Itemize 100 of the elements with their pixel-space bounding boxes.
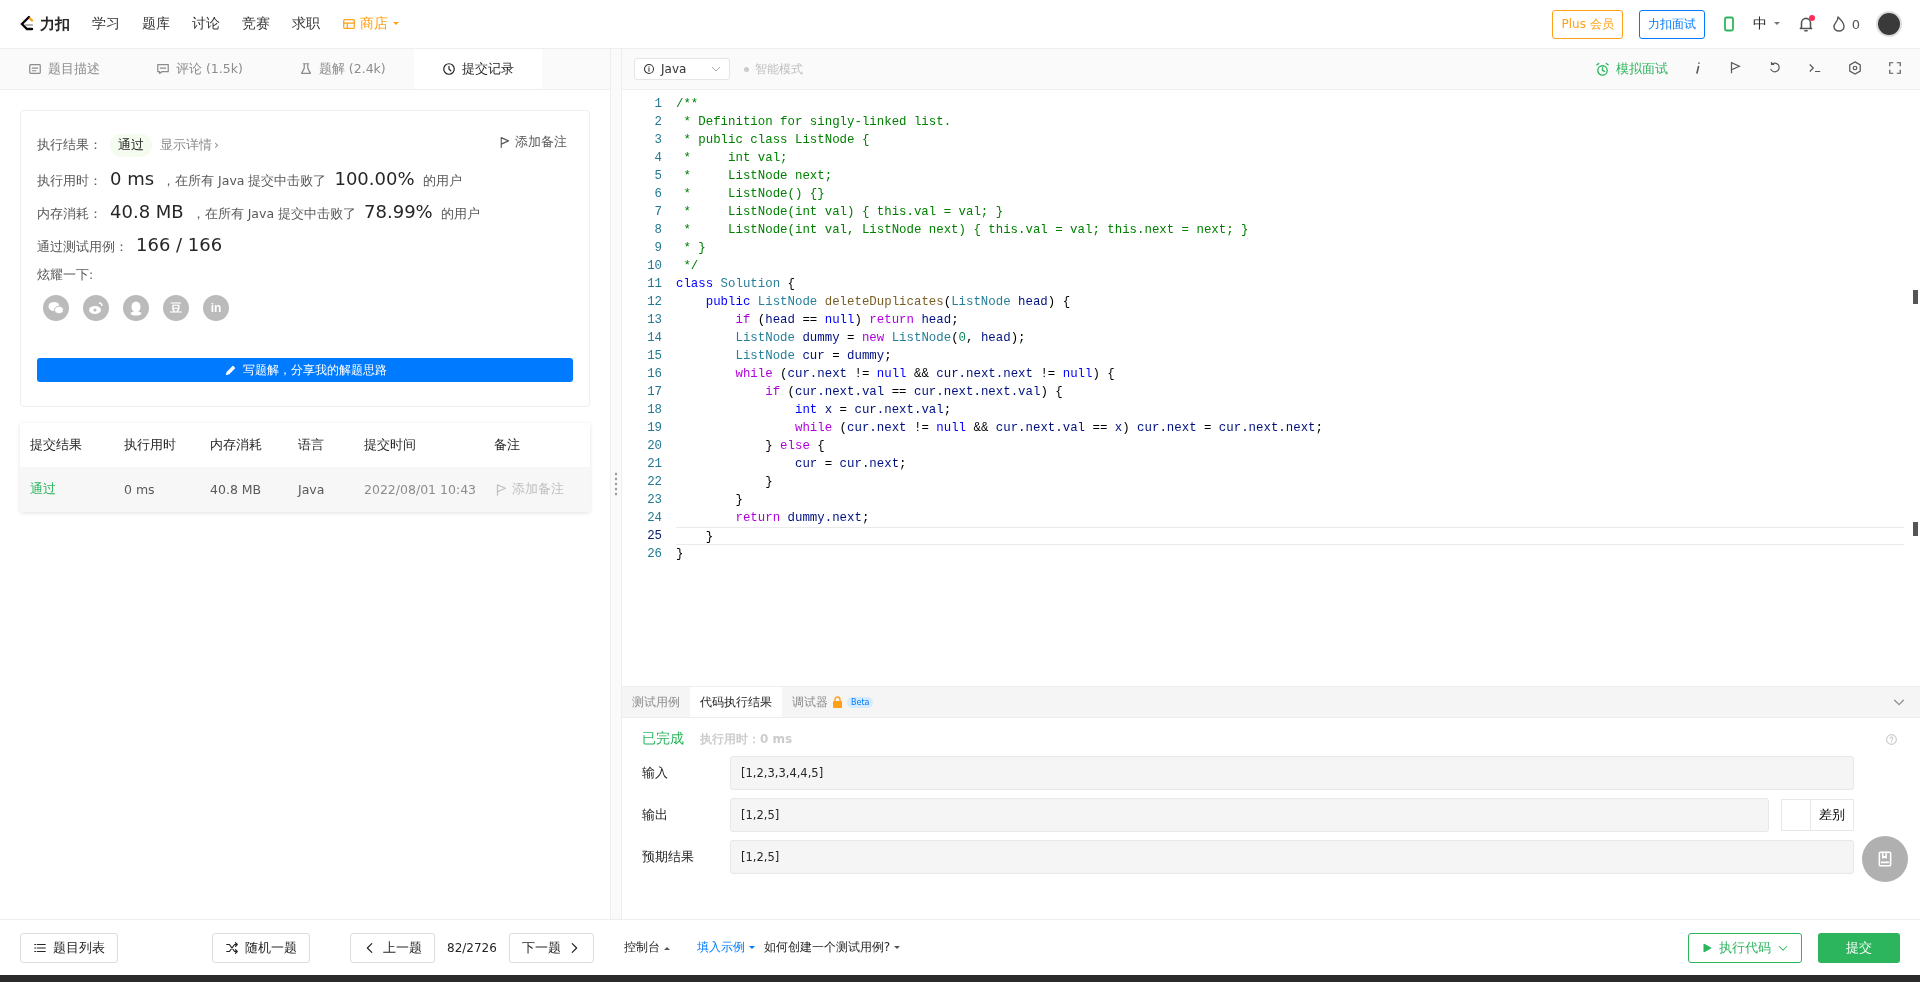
code-line: ListNode dummy = new ListNode(0, head); <box>734 330 1027 347</box>
caret-icon <box>662 944 671 951</box>
line-number: 26 <box>646 546 663 563</box>
mock-interview-button[interactable]: 模拟面试 <box>1589 59 1674 79</box>
nav-link[interactable]: 题库 <box>142 15 170 33</box>
problem-list-button[interactable]: 题目列表 <box>20 932 118 963</box>
storefront-icon <box>342 17 356 31</box>
line-number: 9 <box>653 240 663 257</box>
code-line: while (cur.next != null && cur.next.next != null) { <box>734 366 1116 383</box>
line-number: 12 <box>646 294 663 311</box>
comment-icon <box>156 62 170 76</box>
line-number: 25 <box>646 528 663 545</box>
scrollbar-marker <box>1913 522 1918 536</box>
stat-text: ，在所有 Java 提交中击败了 <box>162 173 327 190</box>
field-label: 通过测试用例： <box>37 239 128 256</box>
panel-tab[interactable]: 题目描述 <box>0 49 128 89</box>
field-label: 执行用时： <box>37 173 102 190</box>
notebook-button[interactable] <box>1862 836 1908 882</box>
code-line: * public class ListNode { <box>682 132 871 149</box>
scrollbar-marker <box>1913 290 1918 304</box>
code-line: * ListNode next; <box>682 168 834 185</box>
language-select[interactable]: Java <box>634 58 730 80</box>
console-tab[interactable]: 代码执行结果 <box>690 687 782 717</box>
write-solution-button[interactable]: 写题解，分享我的解题思路 <box>37 358 573 382</box>
language-menu[interactable]: 中 <box>1752 15 1781 33</box>
column-header: 执行用时 <box>123 436 177 454</box>
value-field: [1,2,5] <box>730 840 1854 874</box>
caret-icon <box>1772 21 1781 27</box>
run-code-button[interactable]: 执行代码 <box>1688 932 1802 963</box>
field-label: 执行结果： <box>37 137 102 154</box>
console-tab[interactable]: 调试器 Beta <box>782 687 884 717</box>
column-header: 语言 <box>297 436 325 454</box>
logo-icon <box>18 15 36 33</box>
line-number: 18 <box>646 402 663 419</box>
weibo-share-icon[interactable] <box>83 295 109 321</box>
code-line: * Definition for singly-linked list. <box>682 114 953 131</box>
panel-tab[interactable]: 提交记录 <box>413 49 542 89</box>
column-header: 内存消耗 <box>209 436 263 454</box>
nav-link[interactable]: 讨论 <box>192 15 220 33</box>
wechat-share-icon[interactable] <box>43 295 69 321</box>
submit-button[interactable]: 提交 <box>1818 932 1900 963</box>
help-icon <box>1885 732 1898 746</box>
code-line: } <box>764 474 774 491</box>
interview-button[interactable]: 力扣面试 <box>1638 9 1705 39</box>
nav-link[interactable]: 学习 <box>92 15 120 33</box>
line-number: 3 <box>653 132 663 149</box>
line-number: 16 <box>646 366 663 383</box>
testcase-help-link[interactable]: 如何创建一个测试用例? <box>759 939 906 956</box>
field-label: 输出 <box>642 806 669 824</box>
field-label: 内存消耗： <box>37 206 102 223</box>
share-label: 炫耀一下: <box>37 267 94 284</box>
panel-tab[interactable]: 评论 (1.5k) <box>128 49 271 89</box>
drag-handle-icon[interactable] <box>614 472 618 496</box>
code-line: */ <box>682 258 700 275</box>
diff-toggle[interactable]: 差别 <box>1781 799 1854 831</box>
field-label: 预期结果 <box>642 848 695 866</box>
code-line: } else { <box>764 438 826 455</box>
line-number: 15 <box>646 348 663 365</box>
document-icon <box>28 62 42 76</box>
code-line: * ListNode(int val, ListNode next) { this.val = val; this.next = next; } <box>682 222 1250 239</box>
info-circle-icon <box>643 63 655 75</box>
code-line: return dummy.next; <box>734 510 871 527</box>
panel-tab[interactable]: 题解 (2.4k) <box>270 49 414 89</box>
fill-example-link[interactable]: 填入示例 <box>692 939 760 956</box>
pencil-icon <box>223 363 237 377</box>
add-note-button[interactable]: 添加备注 <box>492 133 573 152</box>
line-number: 4 <box>653 150 663 167</box>
previous-problem-button[interactable]: 上一题 <box>350 932 435 963</box>
run-status: 已完成 <box>642 730 684 748</box>
stat-text: ，在所有 Java 提交中击败了 <box>191 206 357 223</box>
flask-icon <box>298 62 313 76</box>
chevron-right-glyph[interactable]: › <box>214 137 219 152</box>
chevron-down-icon <box>711 66 721 72</box>
status-badge: 通过 <box>110 134 152 157</box>
problem-position: 82/2726 <box>447 940 497 955</box>
column-header: 提交结果 <box>29 436 83 454</box>
code-line: ListNode cur = dummy; <box>734 348 893 365</box>
next-problem-button[interactable]: 下一题 <box>508 932 594 963</box>
code-line: if (head == null) return head; <box>734 312 960 329</box>
line-number: 13 <box>646 312 663 329</box>
nav-link[interactable]: 竞赛 <box>242 15 270 33</box>
random-problem-button[interactable]: 随机一题 <box>212 932 310 963</box>
caret-icon <box>747 944 756 951</box>
console-tab[interactable]: 测试用例 <box>622 687 690 717</box>
logo-text[interactable]: 力扣 <box>40 14 70 34</box>
table-cell[interactable]: 通过 <box>20 467 114 512</box>
line-number: 21 <box>646 456 663 473</box>
flag-icon <box>494 482 508 497</box>
code-line: * int val; <box>682 150 789 167</box>
line-number: 10 <box>646 258 663 275</box>
console-toggle[interactable]: 控制台 <box>619 939 675 956</box>
line-number: 7 <box>653 204 663 221</box>
show-details-link[interactable]: 显示详情 <box>160 137 212 154</box>
testcase-count: 166 / 166 <box>136 234 223 255</box>
avatar[interactable] <box>1876 11 1902 37</box>
line-number: 19 <box>646 420 663 437</box>
stat-text: 的用户 <box>422 173 462 190</box>
nav-link[interactable]: 求职 <box>292 15 320 33</box>
line-number: 17 <box>646 384 663 401</box>
code-line: cur = cur.next; <box>793 456 908 473</box>
